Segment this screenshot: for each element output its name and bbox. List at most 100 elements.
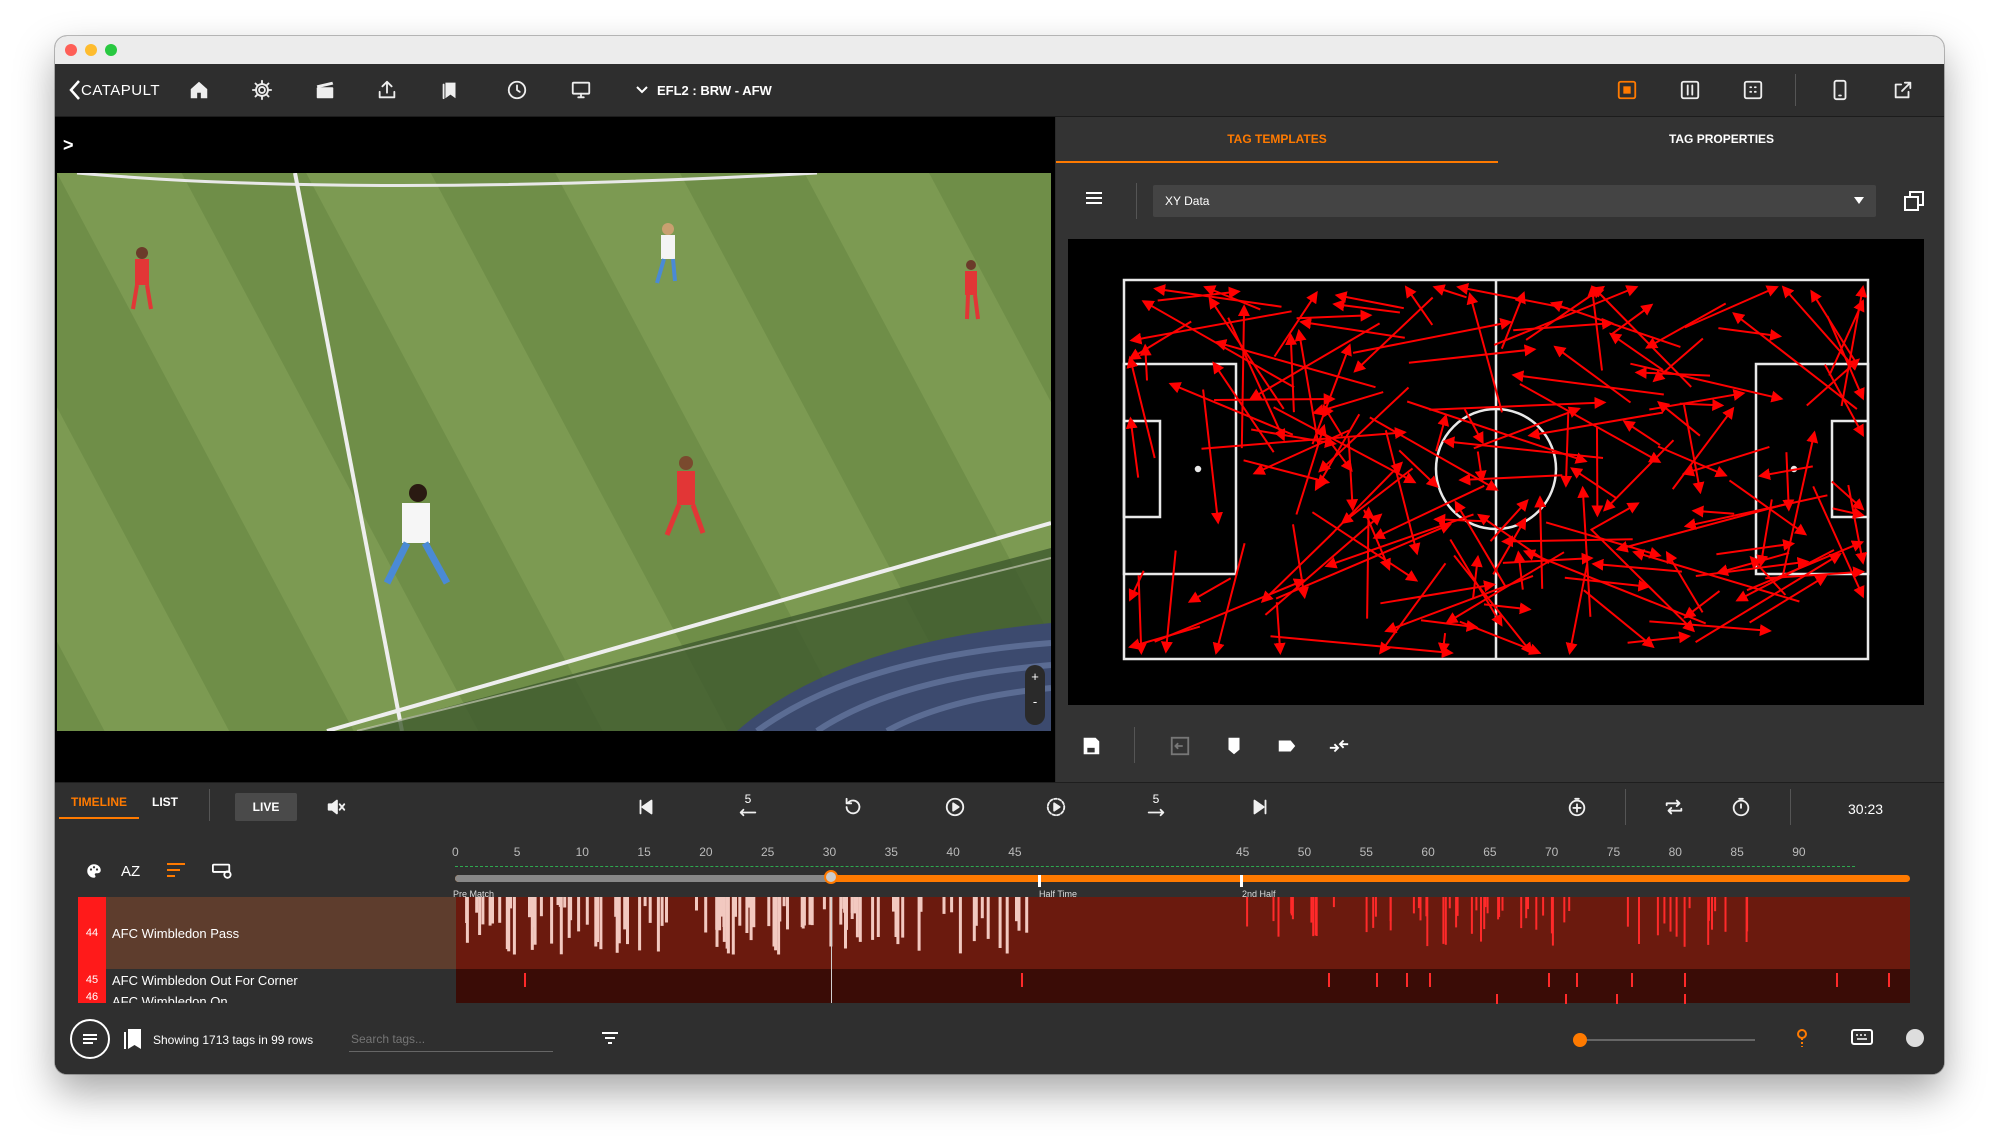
zoom-window-button[interactable] — [105, 44, 117, 56]
next-tag-icon[interactable] — [1247, 794, 1273, 820]
tag-mark — [1310, 897, 1313, 923]
loop-icon[interactable] — [1661, 794, 1687, 820]
xy-data-canvas[interactable] — [1068, 239, 1924, 705]
play-icon[interactable] — [942, 794, 968, 820]
tags-menu-button[interactable] — [70, 1019, 110, 1059]
status-indicator[interactable] — [1906, 1029, 1924, 1047]
play-slow-icon[interactable] — [1043, 794, 1069, 820]
detach-window-icon[interactable] — [1902, 189, 1926, 213]
pass-arrow — [1322, 403, 1344, 437]
layout-split-icon[interactable] — [1678, 78, 1702, 102]
match-selector[interactable]: EFL2 : BRW - AFW — [635, 78, 772, 102]
video-player[interactable]: > + - — [55, 117, 1055, 782]
sort-az-button[interactable]: AZ — [121, 863, 140, 880]
tag-mark — [1563, 897, 1566, 923]
tab-tag-templates[interactable]: TAG TEMPLATES — [1056, 117, 1498, 163]
mute-icon[interactable] — [323, 794, 349, 820]
pass-arrow — [1645, 302, 1727, 349]
row-settings-icon[interactable] — [211, 861, 233, 881]
zoom-slider-handle[interactable] — [1573, 1033, 1587, 1047]
monitor-icon[interactable] — [569, 78, 593, 102]
bookmark-icon[interactable] — [123, 1027, 143, 1051]
control-divider-2 — [1790, 789, 1791, 825]
save-icon[interactable] — [1080, 735, 1102, 757]
pass-arrow — [1782, 452, 1795, 512]
replay-icon[interactable] — [840, 794, 866, 820]
add-timer-icon[interactable] — [1564, 794, 1590, 820]
playhead-handle[interactable] — [823, 870, 838, 884]
row-label-corner[interactable]: 45 AFC Wimbledon Out For Corner — [78, 969, 456, 991]
row-track-corner[interactable] — [456, 969, 1910, 991]
share-upload-icon[interactable] — [375, 78, 399, 102]
tag-mark — [986, 897, 990, 939]
tag-mark — [1419, 897, 1422, 921]
stopwatch-icon[interactable] — [1728, 794, 1754, 820]
settings-gear-icon[interactable] — [250, 78, 274, 102]
zoom-control[interactable]: + - — [1025, 665, 1045, 725]
tab-timeline[interactable]: TIMELINE — [71, 795, 127, 809]
shield-tag-icon[interactable] — [1223, 735, 1245, 757]
label-tag-icon[interactable] — [1276, 735, 1298, 757]
ruler-tick: 90 — [1792, 845, 1806, 859]
second-half-marker — [1240, 875, 1243, 887]
skip-forward-icon[interactable]: 5 — [1143, 792, 1169, 820]
import-icon[interactable] — [1169, 735, 1191, 757]
search-tags-input[interactable] — [349, 1027, 553, 1052]
tag-mark — [839, 897, 843, 925]
layout-single-icon[interactable] — [1615, 78, 1639, 102]
location-pin-icon[interactable] — [1793, 1027, 1811, 1049]
row-track-pass[interactable] — [456, 897, 1910, 969]
external-link-icon[interactable] — [1891, 78, 1915, 102]
tablet-icon[interactable] — [1828, 78, 1852, 102]
match-label: EFL2 : BRW - AFW — [657, 82, 772, 98]
previous-tag-icon[interactable] — [633, 794, 659, 820]
tag-mark — [1389, 897, 1392, 931]
row-label-pass[interactable]: 44 AFC Wimbledon Pass — [78, 897, 456, 969]
row-label-on[interactable]: 46 AFC Wimbledon On — [78, 991, 456, 1003]
tab-tag-properties[interactable]: TAG PROPERTIES — [1499, 117, 1944, 161]
clapperboard-icon[interactable] — [313, 78, 337, 102]
hamburger-menu-icon[interactable] — [1086, 192, 1102, 206]
merge-arrows-icon[interactable] — [1328, 735, 1350, 757]
home-icon[interactable] — [187, 78, 211, 102]
xy-pitch-plot[interactable] — [1068, 239, 1924, 705]
tag-mark — [1684, 994, 1686, 1004]
tag-mark — [465, 897, 469, 943]
pass-arrow — [1612, 303, 1654, 335]
match-video-frame[interactable] — [57, 173, 1051, 731]
row-track-on[interactable] — [456, 991, 1910, 1004]
tag-mark — [665, 897, 668, 923]
bookmarks-icon[interactable] — [438, 78, 462, 102]
tag-mark — [777, 897, 781, 955]
ruler-tick: 55 — [1359, 845, 1373, 859]
template-select[interactable]: XY Data — [1153, 185, 1876, 217]
skip-back-icon[interactable]: 5 — [735, 792, 761, 820]
pass-arrow — [1525, 285, 1606, 341]
keyboard-icon[interactable] — [1851, 1029, 1873, 1045]
tag-mark — [475, 897, 479, 913]
pass-arrow — [1139, 343, 1152, 381]
tag-mark — [738, 897, 742, 926]
tag-mark — [1497, 897, 1500, 920]
row-title: AFC Wimbledon On — [112, 994, 228, 1003]
sort-lines-icon[interactable] — [167, 863, 185, 879]
zoom-slider-track[interactable] — [1575, 1039, 1755, 1041]
zoom-out-button[interactable]: - — [1025, 694, 1045, 709]
tag-mark — [1486, 897, 1489, 914]
tag-mark — [1277, 897, 1280, 937]
tag-panel: TAG TEMPLATES TAG PROPERTIES XY Data — [1056, 117, 1944, 782]
tag-mark — [524, 973, 526, 987]
filter-icon[interactable] — [601, 1031, 619, 1045]
palette-icon[interactable] — [85, 862, 103, 880]
pass-arrow — [1296, 309, 1373, 322]
ruler-tick: 70 — [1545, 845, 1559, 859]
clock-history-icon[interactable] — [505, 78, 529, 102]
minimize-window-button[interactable] — [85, 44, 97, 56]
pass-arrow — [1248, 322, 1381, 400]
expand-panel-button[interactable]: > — [63, 135, 74, 156]
tab-list[interactable]: LIST — [152, 795, 178, 809]
zoom-in-button[interactable]: + — [1025, 669, 1045, 684]
layout-grid-icon[interactable] — [1741, 78, 1765, 102]
close-window-button[interactable] — [65, 44, 77, 56]
live-button[interactable]: LIVE — [235, 793, 297, 821]
